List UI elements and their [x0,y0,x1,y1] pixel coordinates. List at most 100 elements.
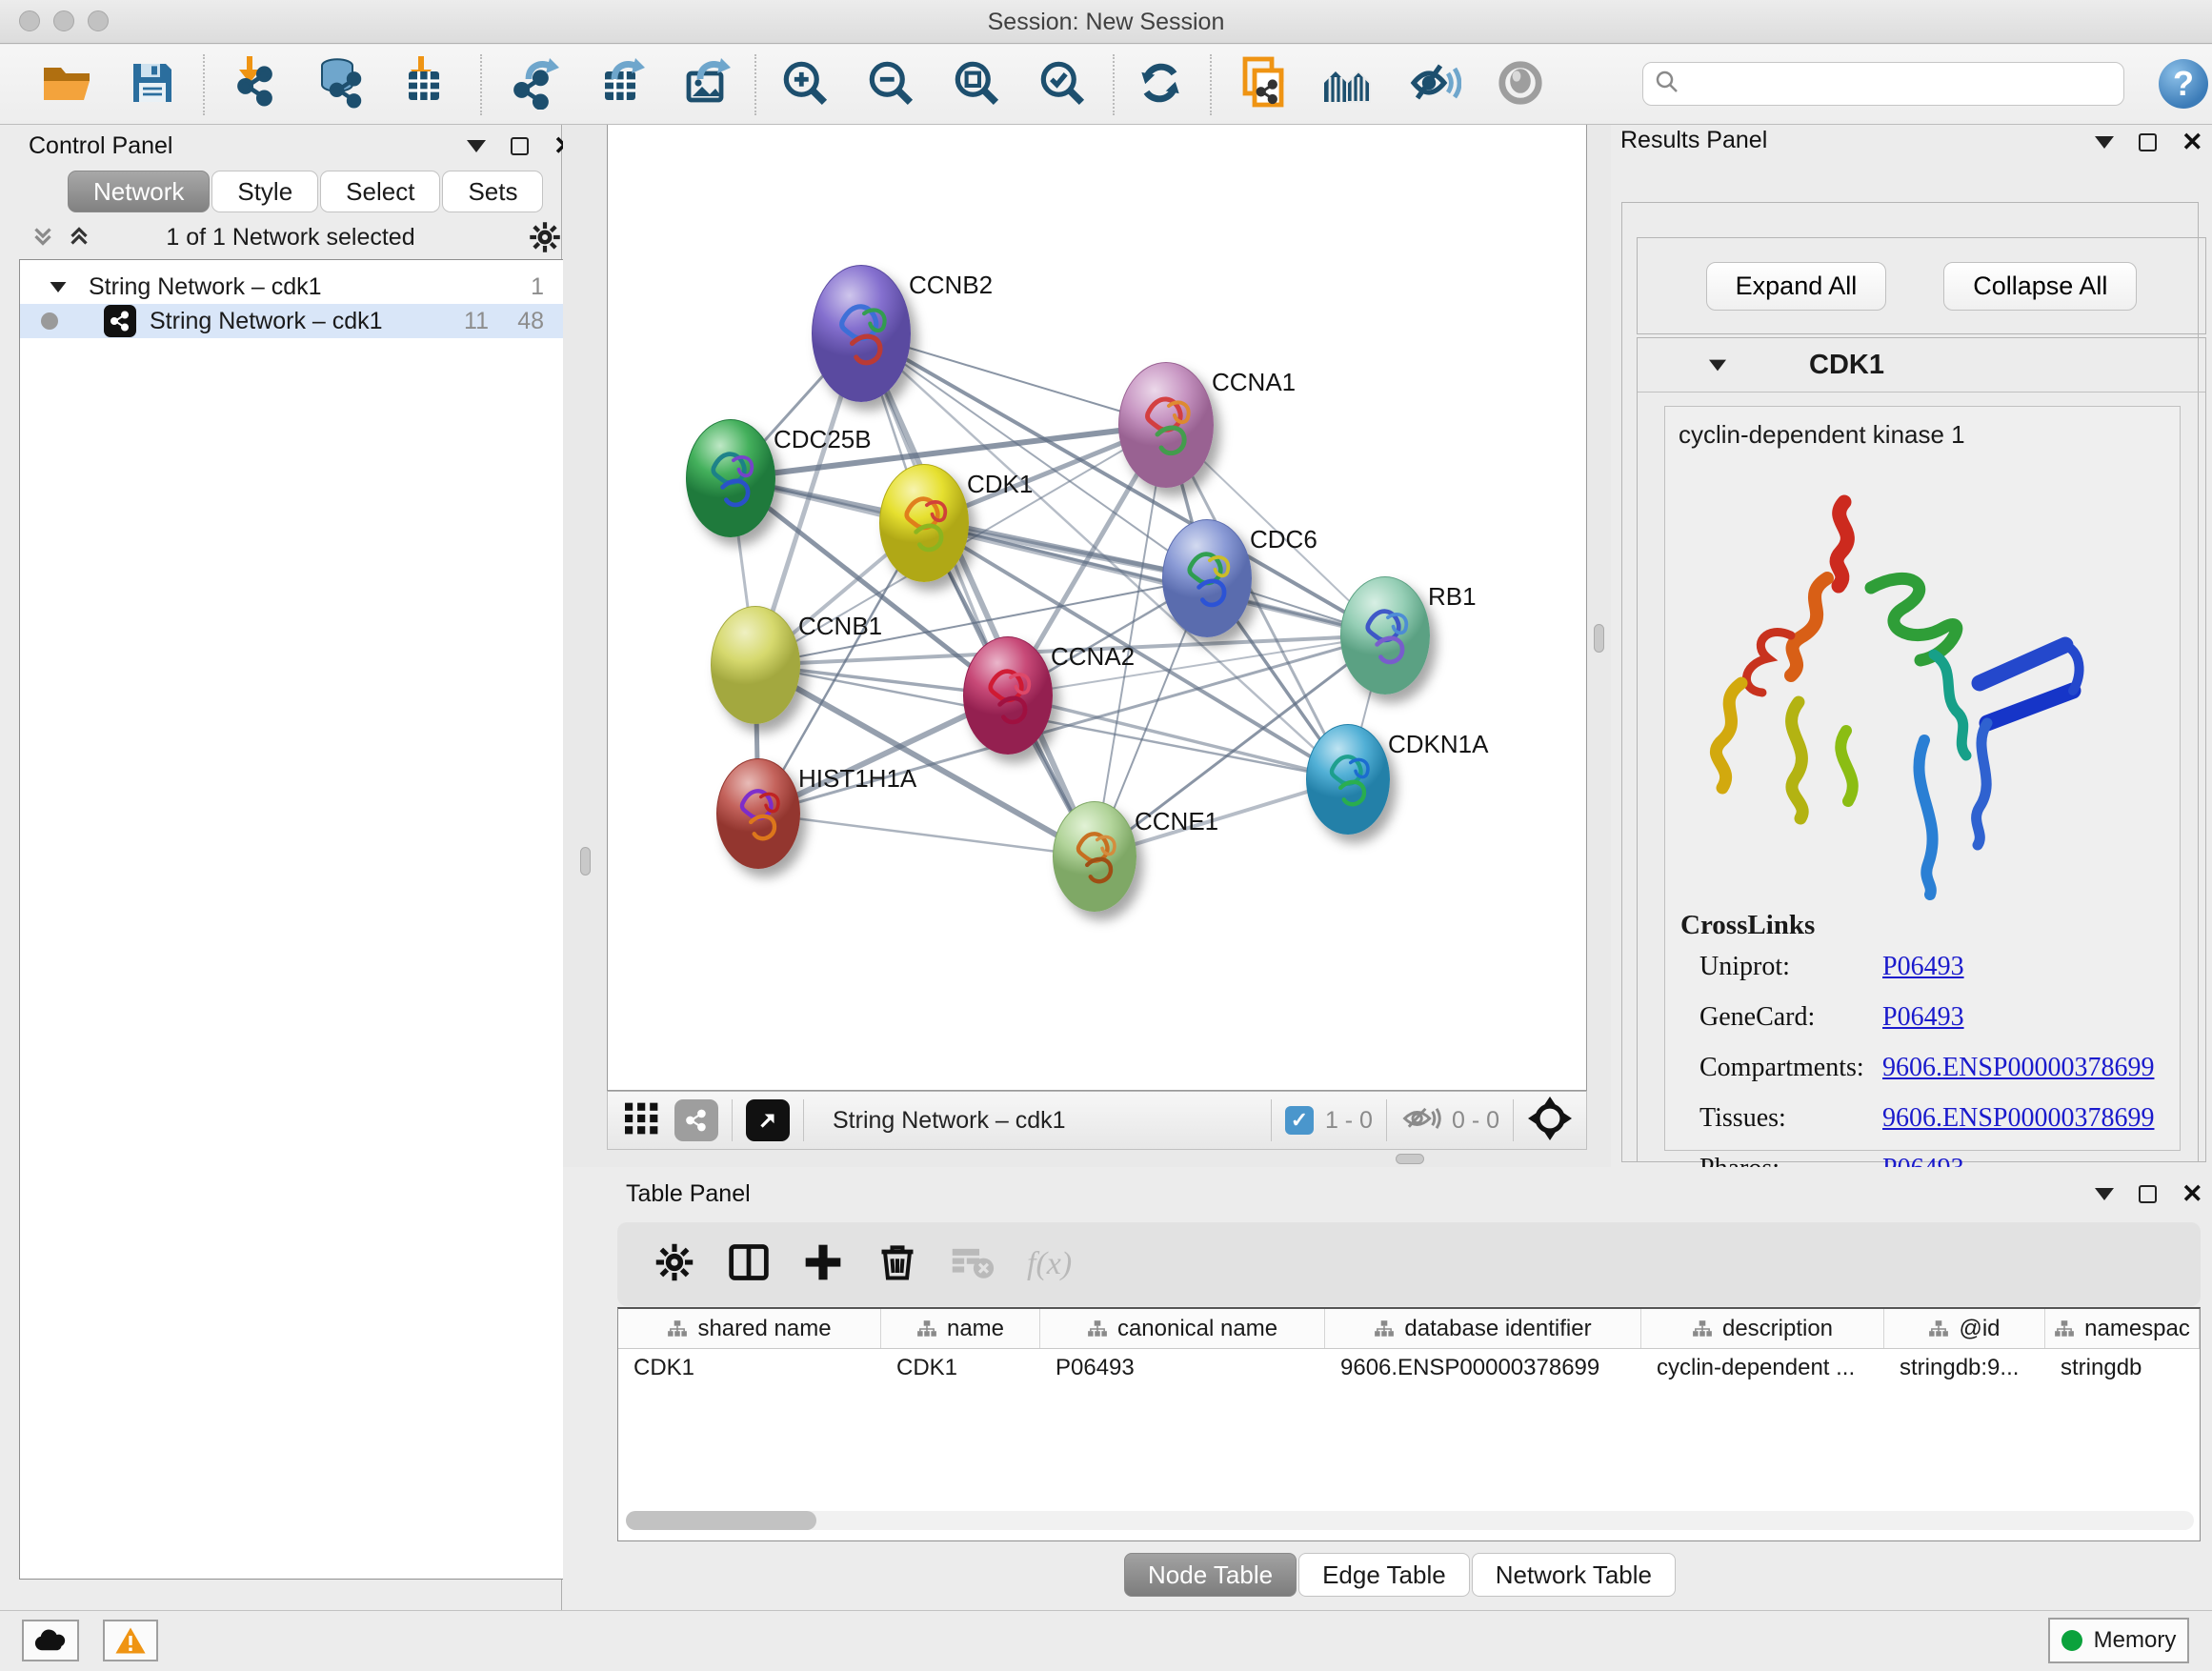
column-header-canonical-name[interactable]: canonical name [1040,1309,1325,1348]
tab-style[interactable]: Style [211,171,318,212]
save-session-button[interactable] [124,57,181,112]
export-image-button[interactable] [679,57,736,112]
column-type-icon [1087,1319,1108,1339]
column-header-namespac[interactable]: namespac [2045,1309,2200,1348]
table-row[interactable]: CDK1CDK1P064939606.ENSP00000378699cyclin… [618,1349,2200,1387]
table-cell[interactable]: 9606.ENSP00000378699 [1325,1349,1641,1387]
help-button[interactable]: ? [2159,59,2208,109]
selected-checkbox[interactable]: ✓ [1285,1106,1314,1135]
memory-button[interactable]: Memory [2048,1618,2189,1663]
bottom-splitter[interactable] [607,1150,1587,1167]
open-in-new-window-icon[interactable] [746,1099,790,1141]
column-header-name[interactable]: name [881,1309,1040,1348]
network-node-HIST1H1A[interactable] [716,758,800,869]
network-canvas[interactable]: CCNB2 CCNA1 CDC25B CDK1 CDC6 R [607,125,1587,1091]
network-node-CCNA2[interactable] [963,636,1053,755]
tree-options-gear-icon[interactable] [528,220,562,259]
crosslinks-title: CrossLinks [1680,910,1815,941]
bottom-splitter-handle[interactable] [1396,1154,1424,1164]
search-box[interactable] [1642,62,2124,106]
warnings-button[interactable] [103,1620,158,1661]
status-bar: Memory [0,1610,2212,1671]
tab-sets[interactable]: Sets [442,171,543,212]
table-cell[interactable]: CDK1 [881,1349,1040,1387]
export-network-button[interactable] [508,57,565,112]
add-column-icon[interactable] [802,1241,844,1288]
cloud-button[interactable] [22,1620,79,1661]
tab-select[interactable]: Select [320,171,440,212]
import-table-button[interactable] [397,57,454,112]
panel-float-icon[interactable] [2139,1185,2157,1203]
collection-expand-icon[interactable] [50,281,67,292]
tab-network-table[interactable]: Network Table [1472,1553,1676,1597]
network-node-CDC25B[interactable] [686,419,775,537]
table-cell[interactable]: cyclin-dependent ... [1641,1349,1884,1387]
network-node-CCNA1[interactable] [1118,362,1214,488]
zoom-in-button[interactable] [776,57,834,112]
network-node-CCNB2[interactable] [812,265,911,402]
export-table-button[interactable] [593,57,651,112]
show-details-button[interactable] [1492,57,1549,112]
search-input[interactable] [1681,70,2101,97]
clone-network-button[interactable] [1235,57,1292,112]
right-splitter-handle[interactable] [1594,624,1604,653]
panel-menu-icon[interactable] [2095,1188,2114,1200]
zoom-selected-button[interactable] [1034,57,1091,112]
table-horizontal-scrollbar[interactable] [626,1511,2194,1530]
zoom-fit-button[interactable] [948,57,1005,112]
table-cell[interactable]: stringdb [2045,1349,2200,1387]
panel-menu-icon[interactable] [467,140,486,152]
right-splitter[interactable] [1587,125,1611,1167]
panel-float-icon[interactable] [2139,133,2157,151]
panel-menu-icon[interactable] [2095,136,2114,149]
network-overview-button[interactable] [1320,57,1377,112]
network-node-CDK1[interactable] [879,464,969,582]
refresh-button[interactable] [1132,57,1189,112]
collapse-all-button[interactable]: Collapse All [1943,262,2137,311]
network-collection-row[interactable]: String Network – cdk1 1 [20,270,563,304]
crosslink-link[interactable]: P06493 [1882,952,1964,982]
node-detail-header[interactable]: CDK1 [1638,338,2205,393]
collapse-entry-icon[interactable] [1709,359,1726,371]
network-node-CCNB1[interactable] [711,606,800,724]
panel-close-icon[interactable]: ✕ [2182,132,2203,151]
show-columns-icon[interactable] [728,1241,770,1288]
column-header-shared-name[interactable]: shared name [618,1309,881,1348]
table-settings-gear-icon[interactable] [654,1241,695,1288]
delete-column-trash-icon[interactable] [876,1241,918,1288]
scrollbar-thumb[interactable] [626,1511,816,1530]
network-node-RB1[interactable] [1340,576,1430,695]
panel-float-icon[interactable] [511,137,529,155]
column-header-database-identifier[interactable]: database identifier [1325,1309,1641,1348]
hide-details-button[interactable] [1406,57,1463,112]
left-splitter-handle[interactable] [580,847,591,876]
column-header--id[interactable]: @id [1884,1309,2045,1348]
birdseye-view-icon[interactable] [623,1101,661,1140]
crosslink-link[interactable]: 9606.ENSP00000378699 [1882,1103,2154,1134]
tab-node-table[interactable]: Node Table [1124,1553,1297,1597]
column-header-description[interactable]: description [1641,1309,1884,1348]
expand-all-tree-icon[interactable] [65,222,93,255]
string-panel-toggle-icon[interactable] [674,1099,718,1141]
crosslink-link[interactable]: P06493 [1882,1002,1964,1033]
table-cell[interactable]: P06493 [1040,1349,1325,1387]
network-node-CCNE1[interactable] [1053,801,1136,912]
network-row[interactable]: String Network – cdk1 11 48 [20,304,563,338]
tab-edge-table[interactable]: Edge Table [1298,1553,1470,1597]
open-session-button[interactable] [38,57,95,112]
expand-all-button[interactable]: Expand All [1706,262,1887,311]
fit-selected-crosshair-icon[interactable] [1527,1096,1573,1146]
left-splitter[interactable] [563,125,607,1167]
tab-network[interactable]: Network [68,171,210,212]
crosslink-link[interactable]: 9606.ENSP00000378699 [1882,1053,2154,1083]
hidden-eye-icon[interactable] [1400,1103,1442,1138]
import-database-button[interactable] [312,57,369,112]
table-cell[interactable]: CDK1 [618,1349,881,1387]
zoom-out-button[interactable] [862,57,919,112]
network-node-CDKN1A[interactable] [1306,724,1390,835]
network-node-CDC6[interactable] [1162,519,1252,637]
collapse-all-tree-icon[interactable] [29,222,57,255]
table-cell[interactable]: stringdb:9... [1884,1349,2045,1387]
import-network-button[interactable] [226,57,283,112]
panel-close-icon[interactable]: ✕ [2182,1184,2203,1203]
